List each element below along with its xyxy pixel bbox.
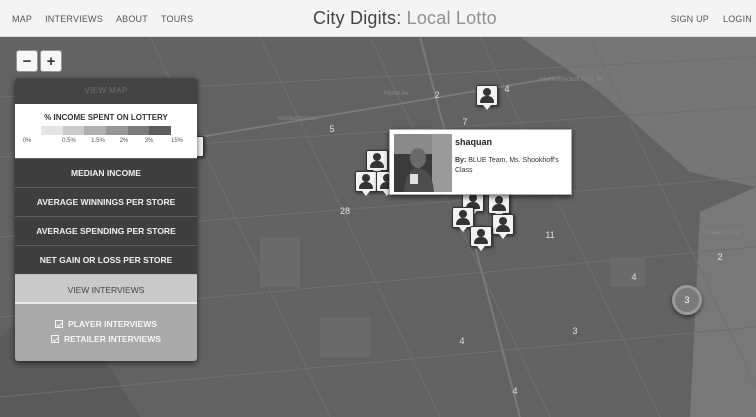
zoom-in-button[interactable]: + [40, 50, 62, 72]
view-map-button[interactable]: VIEW MAP [15, 78, 197, 104]
cluster-marker[interactable]: 2 [430, 88, 444, 102]
legend-tick: 15% [170, 138, 184, 144]
legend-ticks: 0% 0.5% 1.5% 2% 3% 15% [23, 138, 191, 148]
nav-tours-link[interactable]: TOURS [161, 14, 193, 24]
player-interviews-checkbox[interactable]: PLAYER INTERVIEWS [15, 316, 197, 331]
street-label: Knickerbocker [278, 116, 317, 122]
legend-swatch [127, 126, 150, 135]
avg-winnings-button[interactable]: AVERAGE WINNINGS PER STORE [15, 187, 197, 216]
avg-spending-button[interactable]: AVERAGE SPENDING PER STORE [15, 216, 197, 245]
legend-swatch [62, 126, 85, 135]
view-interviews-button[interactable]: VIEW INTERVIEWS [15, 274, 197, 304]
site-title-main: City Digits: [313, 8, 407, 28]
cluster-marker[interactable]: 4 [500, 82, 514, 96]
app-window: MAP INTERVIEWS ABOUT TOURS City Digits: … [0, 0, 756, 417]
street-label: Myrtle-Wyckoff Av (L,M) [540, 77, 604, 83]
legend-tick: 3% [144, 138, 154, 144]
nav-right-links: SIGN UP LOGIN [657, 0, 752, 37]
nav-map-link[interactable]: MAP [12, 14, 32, 24]
checkbox-checked-icon[interactable] [51, 334, 59, 343]
legend-color-scale [41, 126, 172, 135]
cluster-marker[interactable]: 28 [337, 204, 353, 218]
legend-tick: 2% [119, 138, 129, 144]
interviewee-photo[interactable] [394, 134, 452, 192]
interview-marker[interactable] [355, 171, 377, 197]
cluster-marker[interactable]: 4 [627, 270, 641, 284]
interviewee-photo-image [394, 134, 452, 192]
interview-marker[interactable] [492, 214, 514, 240]
cluster-marker[interactable]: 7 [458, 115, 472, 129]
nav-about-link[interactable]: ABOUT [116, 14, 148, 24]
interviewee-name[interactable]: shaquan [455, 137, 492, 147]
legend-swatch [84, 126, 107, 135]
interview-filters: PLAYER INTERVIEWS RETAILER INTERVIEWS [15, 304, 197, 361]
nav-login-link[interactable]: LOGIN [723, 14, 752, 24]
interview-marker[interactable] [470, 226, 492, 252]
nav-interviews-link[interactable]: INTERVIEWS [45, 14, 103, 24]
retailer-interviews-checkbox[interactable]: RETAILER INTERVIEWS [15, 331, 197, 346]
interview-popup[interactable]: shaquan By: BLUE Team, Ms. Shookhoff's C… [389, 129, 572, 195]
checkbox-checked-icon[interactable] [55, 319, 64, 328]
cluster-marker[interactable]: 11 [542, 228, 558, 242]
top-navbar: MAP INTERVIEWS ABOUT TOURS City Digits: … [0, 0, 756, 37]
net-gain-loss-button[interactable]: NET GAIN OR LOSS PER STORE [15, 245, 197, 274]
zoom-control: − + [16, 50, 64, 72]
legend-tick: 0% [22, 138, 32, 144]
credit-label: By: [455, 157, 467, 164]
cluster-marker[interactable]: 3 [568, 324, 582, 338]
site-title-accent: Local Lotto [406, 8, 497, 28]
site-title: City Digits: Local Lotto [313, 8, 497, 29]
cluster-marker[interactable]: 4 [508, 384, 522, 398]
nav-left-links: MAP INTERVIEWS ABOUT TOURS [12, 0, 206, 37]
zoom-out-button[interactable]: − [16, 50, 38, 72]
income-spent-legend[interactable]: % INCOME SPENT ON LOTTERY 0% 0.5% 1.5% 2… [15, 104, 197, 158]
nav-signup-link[interactable]: SIGN UP [671, 14, 709, 24]
interview-marker[interactable] [476, 85, 498, 111]
cluster-marker-highlight[interactable]: 3 [672, 285, 702, 315]
checkbox-label: PLAYER INTERVIEWS [68, 318, 157, 329]
street-label: Myrtle Av [384, 91, 409, 97]
interview-credit: By: BLUE Team, Ms. Shookhoff's Class [455, 156, 567, 176]
cluster-marker[interactable]: 5 [325, 122, 339, 136]
legend-swatch [106, 126, 128, 135]
cluster-marker[interactable]: 2 [713, 250, 727, 264]
median-income-button[interactable]: MEDIAN INCOME [15, 158, 197, 187]
credit-text: BLUE Team, Ms. Shookhoff's Class [455, 157, 559, 174]
street-label: Halsey St (L) [706, 230, 741, 236]
legend-title: % INCOME SPENT ON LOTTERY [44, 113, 168, 122]
layer-control-panel: VIEW MAP % INCOME SPENT ON LOTTERY 0% 0.… [15, 78, 197, 361]
cluster-marker[interactable]: 4 [455, 334, 469, 348]
legend-tick: 0.5% [62, 138, 76, 144]
legend-swatch [41, 126, 63, 135]
legend-swatch [149, 126, 172, 135]
legend-tick: 1.5% [91, 138, 105, 144]
checkbox-label: RETAILER INTERVIEWS [64, 333, 161, 344]
